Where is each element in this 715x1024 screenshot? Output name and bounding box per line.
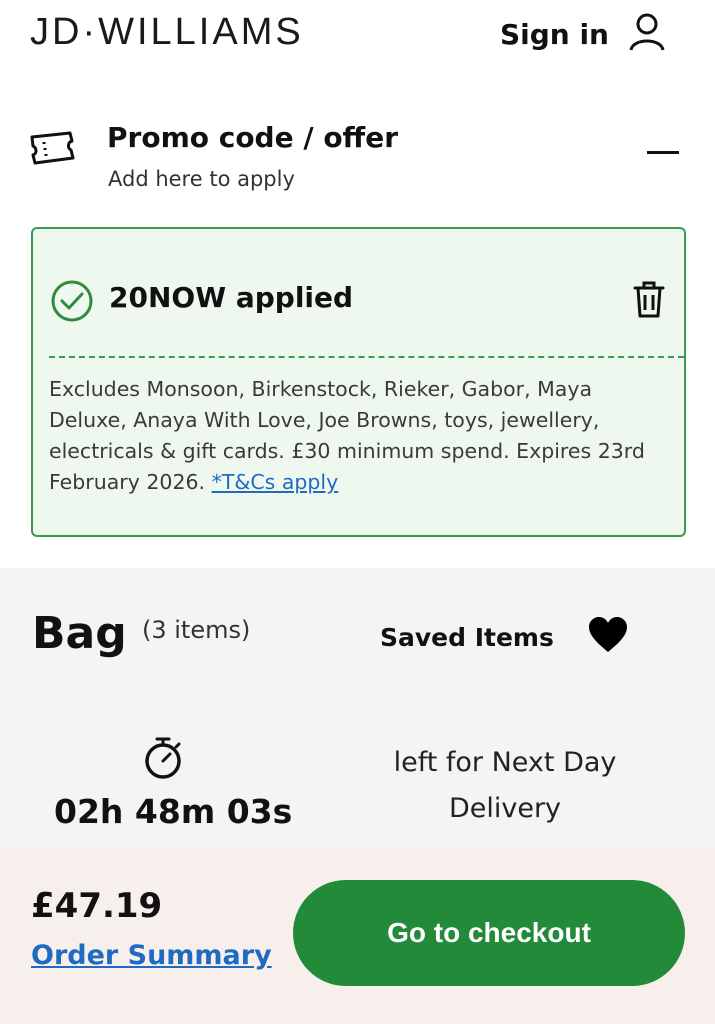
site-header: JD·WILLIAMS Sign in (0, 0, 715, 80)
bag-title: Bag (32, 608, 127, 659)
dashed-divider (49, 356, 684, 358)
saved-items-button[interactable]: Saved Items (380, 616, 628, 658)
user-icon (627, 12, 667, 56)
brand-logo[interactable]: JD·WILLIAMS (30, 10, 304, 54)
check-circle-icon (50, 279, 94, 327)
order-summary-link[interactable]: Order Summary (31, 940, 272, 971)
app-root: JD·WILLIAMS Sign in Promo code / offer A… (0, 0, 715, 1024)
next-day-label: left for Next Day Delivery (393, 747, 617, 824)
terms-link[interactable]: *T&Cs apply (212, 470, 339, 494)
saved-items-label: Saved Items (380, 622, 554, 652)
stopwatch-icon (143, 736, 183, 784)
minus-icon[interactable] (647, 151, 679, 154)
trash-icon[interactable] (632, 279, 666, 323)
heart-icon (588, 616, 628, 658)
applied-promo-card: 20NOW applied Excludes Monsoon, Birkenst… (31, 227, 686, 537)
promo-terms: Excludes Monsoon, Birkenstock, Rieker, G… (49, 374, 649, 498)
delivery-countdown: 02h 48m 03s (54, 792, 293, 831)
sign-in-label: Sign in (499, 17, 609, 51)
applied-code-title: 20NOW applied (109, 281, 354, 314)
promo-title: Promo code / offer (107, 121, 399, 154)
promo-code-toggle[interactable]: Promo code / offer Add here to apply (0, 115, 715, 205)
bag-item-count: (3 items) (142, 616, 251, 644)
promo-subtitle: Add here to apply (108, 167, 295, 191)
checkout-button[interactable]: Go to checkout (293, 880, 685, 986)
sign-in-button[interactable]: Sign in (500, 12, 667, 56)
promo-terms-text: Excludes Monsoon, Birkenstock, Rieker, G… (49, 377, 645, 494)
ticket-icon (28, 129, 78, 175)
bag-section: Bag (3 items) Saved Items 02h 48m 03s le… (0, 568, 715, 858)
order-total: £47.19 (31, 886, 163, 926)
checkout-footer: £47.19 Order Summary Go to checkout (0, 848, 715, 1024)
